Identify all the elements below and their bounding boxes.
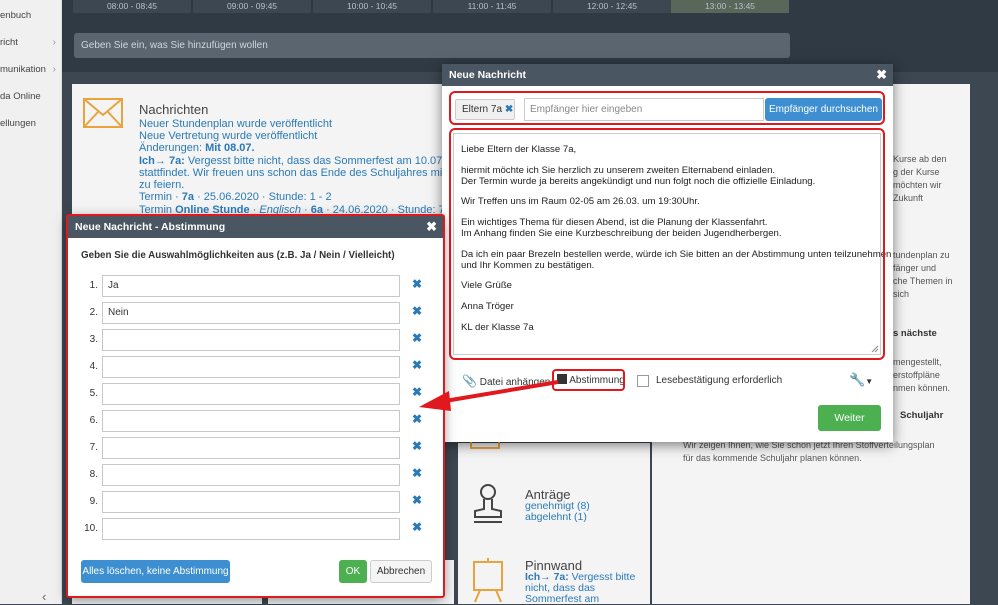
right-panel-text: Kurse ab den <box>893 154 947 164</box>
read-receipt-label: Lesebestätigung erforderlich <box>656 375 783 386</box>
time-slot-current[interactable]: 13:00 - 13:45 <box>671 0 789 13</box>
news-item[interactable]: Neue Vertretung wurde veröffentlicht <box>139 130 317 142</box>
right-panel-text: fänger und <box>893 263 937 273</box>
wrench-icon[interactable]: 🔧▼ <box>849 372 873 388</box>
antraege-rejected[interactable]: abgelehnt (1) <box>525 511 587 523</box>
sidebar-item-einstellungen[interactable]: ellungen <box>0 118 62 138</box>
dialog-header: Neue Nachricht ✖ <box>442 64 893 86</box>
annotation-highlight <box>449 128 885 360</box>
time-slot[interactable]: 12:00 - 12:45 <box>553 0 671 13</box>
sidebar: enbuch richt › munikation › da Online ellu… <box>0 0 62 604</box>
right-panel-text: möchten wir <box>893 180 942 190</box>
sidebar-item-label: munikation <box>0 64 46 75</box>
sidebar-item-label: richt <box>0 37 18 48</box>
quick-add-input[interactable]: Geben Sie ein, was Sie hinzufügen wollen <box>74 33 790 58</box>
news-item[interactable]: Termin · 7a · 25.06.2020 · Stunde: 1 - 2 <box>139 191 332 203</box>
news-text: Mit 08.07. <box>205 142 255 154</box>
chevron-right-icon: › <box>52 37 56 48</box>
time-slot[interactable]: 11:00 - 11:45 <box>433 0 551 13</box>
caret-down-icon: ▼ <box>865 377 874 386</box>
news-text: zu feiern. <box>139 179 185 191</box>
dialog-title: Neue Nachricht <box>449 69 527 81</box>
right-panel-text: für das kommende Schuljahr planen können… <box>683 453 862 463</box>
sidebar-item-klassenbuch[interactable]: enbuch <box>0 10 62 30</box>
chevron-left-icon[interactable]: ‹ <box>42 590 46 603</box>
weiter-button[interactable]: Weiter <box>818 405 881 431</box>
sidebar-item-unterricht[interactable]: richt › <box>0 37 62 57</box>
annotation-highlight <box>552 369 625 391</box>
sidebar-item-label: ellungen <box>0 118 36 129</box>
news-item[interactable]: Neuer Stundenplan wurde veröffentlicht <box>139 118 332 130</box>
right-panel-heading: s nächste <box>893 328 937 339</box>
annotation-highlight <box>449 91 885 125</box>
news-text: Termin · <box>139 191 182 203</box>
right-panel-text: nmen können. <box>893 383 951 393</box>
stamp-icon <box>474 484 502 523</box>
right-panel-text: sich <box>893 289 910 299</box>
sidebar-item-agenda-online[interactable]: da Online <box>0 91 62 111</box>
right-panel-text: erstoffpläne <box>893 370 940 380</box>
sidebar-item-kommunikation[interactable]: munikation › <box>0 64 62 84</box>
annotation-arrow <box>419 380 559 411</box>
news-text: Ich→ 7a: <box>139 155 185 167</box>
close-icon[interactable]: ✖ <box>876 64 887 86</box>
easel-icon <box>473 558 503 603</box>
time-slot[interactable]: 08:00 - 08:45 <box>73 0 191 13</box>
time-slot[interactable]: 10:00 - 10:45 <box>313 0 431 13</box>
news-text: Vergesst bitte nicht, dass das Sommerfes… <box>184 155 470 167</box>
news-item[interactable]: Änderungen: Mit 08.07. <box>139 142 255 154</box>
read-receipt-checkbox[interactable] <box>637 375 649 387</box>
pinnwand-text: Sommerfest am <box>525 593 600 605</box>
right-panel-heading: Schuljahr <box>900 410 944 421</box>
chevron-right-icon: › <box>52 64 56 75</box>
right-panel-text: tundenplan zu <box>893 250 950 260</box>
news-item[interactable]: Ich→ 7a: Vergesst bitte nicht, dass das … <box>139 155 470 167</box>
annotation-highlight <box>66 214 445 598</box>
nachrichten-card[interactable]: Nachrichten Neuer Stundenplan wurde verö… <box>72 84 470 224</box>
time-slot[interactable]: 09:00 - 09:45 <box>193 0 311 13</box>
right-panel-text: mengestellt, <box>893 357 942 367</box>
right-panel-text: Zukunft <box>893 193 924 203</box>
news-text: 7a <box>181 191 195 203</box>
news-text: · 25.06.2020 · Stunde: 1 - 2 <box>194 191 332 203</box>
news-text: stattfindet. Wir freuen uns schon das En… <box>139 167 467 179</box>
sidebar-item-label: enbuch <box>0 10 32 21</box>
news-text: Änderungen: <box>139 142 206 154</box>
right-panel-text: g der Kurse <box>893 167 940 177</box>
sidebar-item-label: da Online <box>0 91 41 102</box>
nachrichten-title: Nachrichten <box>139 102 209 117</box>
envelope-icon <box>83 98 123 128</box>
right-panel-text: che Themen in <box>893 276 953 286</box>
